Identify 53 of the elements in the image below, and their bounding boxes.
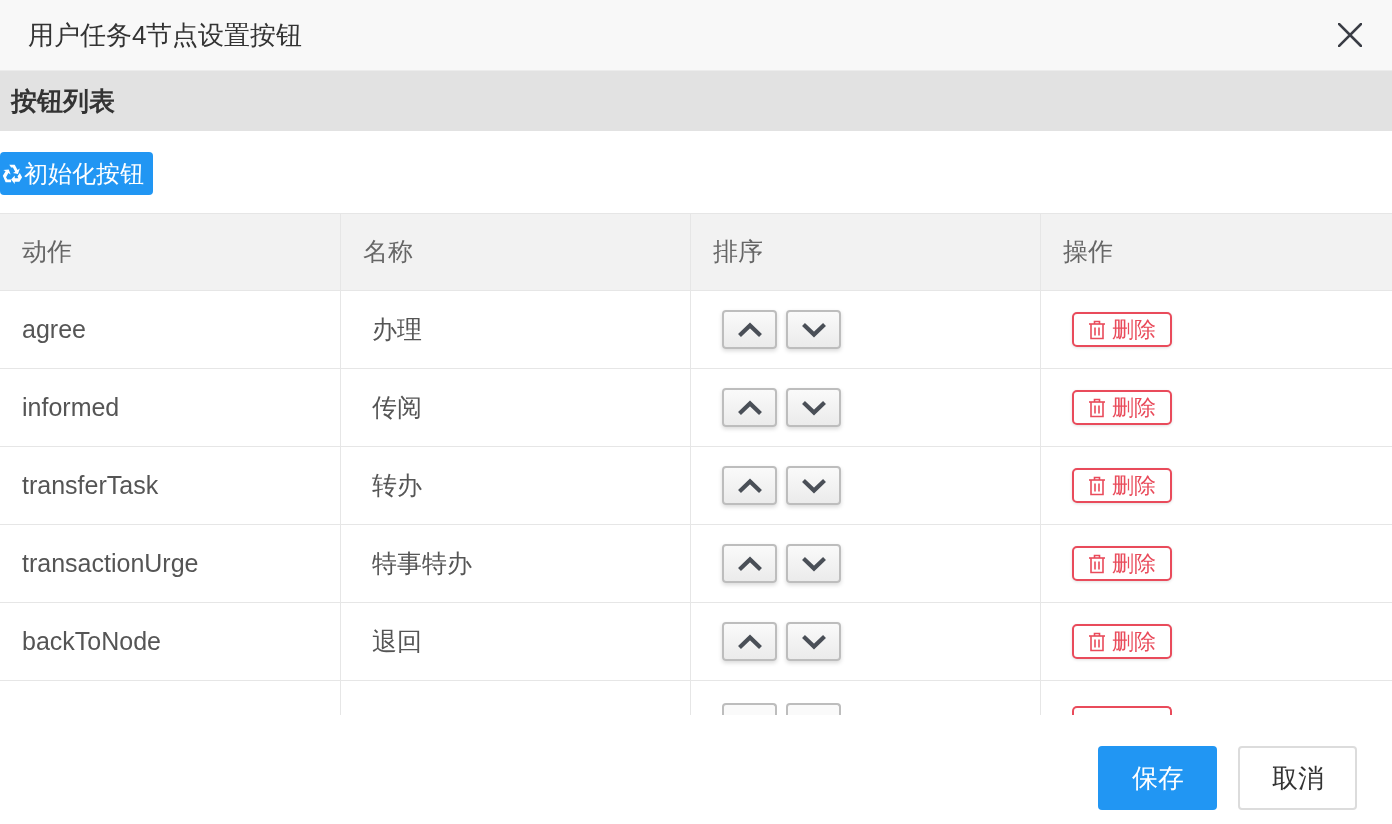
move-up-button[interactable] [722,544,777,583]
cancel-button[interactable]: 取消 [1238,746,1357,810]
table-cell: agree [0,291,341,369]
chevron-down-icon [800,399,827,416]
move-up-button[interactable] [722,310,777,349]
delete-button[interactable]: 删除 [1072,624,1172,659]
trash-icon [1088,397,1106,418]
column-header: 动作 [0,214,341,291]
table-cell: 特事特办 [341,525,691,603]
recycle-icon [1,162,23,185]
move-down-button[interactable] [786,544,841,583]
close-button[interactable] [1337,22,1363,48]
table-cell: backToNode [0,603,341,681]
trash-icon [1088,319,1106,340]
chevron-down-icon [800,633,827,650]
move-down-button[interactable] [786,622,841,661]
chevron-up-icon [736,555,763,572]
dialog-title: 用户任务4节点设置按钮 [28,18,303,52]
trash-icon [1088,631,1106,652]
delete-button[interactable]: 删除 [1072,390,1172,425]
delete-button[interactable]: 删除 [1072,546,1172,581]
section-title: 按钮列表 [11,84,115,118]
column-header: 名称 [341,214,691,291]
table-cell: transactionUrge [0,525,341,603]
table-cell: transferTask [0,447,341,525]
table-cell: 退回 [341,603,691,681]
initialize-button[interactable]: 初始化按钮 [0,152,153,195]
move-down-button[interactable] [786,388,841,427]
column-header: 排序 [691,214,1041,291]
move-up-button[interactable] [722,466,777,505]
chevron-up-icon [736,477,763,494]
move-up-button[interactable] [722,622,777,661]
chevron-up-icon [736,633,763,650]
chevron-down-icon [800,321,827,338]
delete-button[interactable]: 删除 [1072,468,1172,503]
move-down-button[interactable] [786,310,841,349]
trash-icon [1088,475,1106,496]
delete-button[interactable]: 删除 [1072,312,1172,347]
chevron-up-icon [736,321,763,338]
chevron-down-icon [800,555,827,572]
column-header: 操作 [1041,214,1392,291]
close-icon [1338,23,1362,47]
delete-button[interactable] [1072,706,1172,715]
trash-icon [1088,553,1106,574]
save-button[interactable]: 保存 [1098,746,1217,810]
table-cell: 转办 [341,447,691,525]
table-cell: 办理 [341,291,691,369]
chevron-up-icon [736,399,763,416]
chevron-down-icon [800,477,827,494]
move-up-button[interactable] [722,388,777,427]
table-cell: 传阅 [341,369,691,447]
table-cell: informed [0,369,341,447]
move-down-button[interactable] [786,466,841,505]
